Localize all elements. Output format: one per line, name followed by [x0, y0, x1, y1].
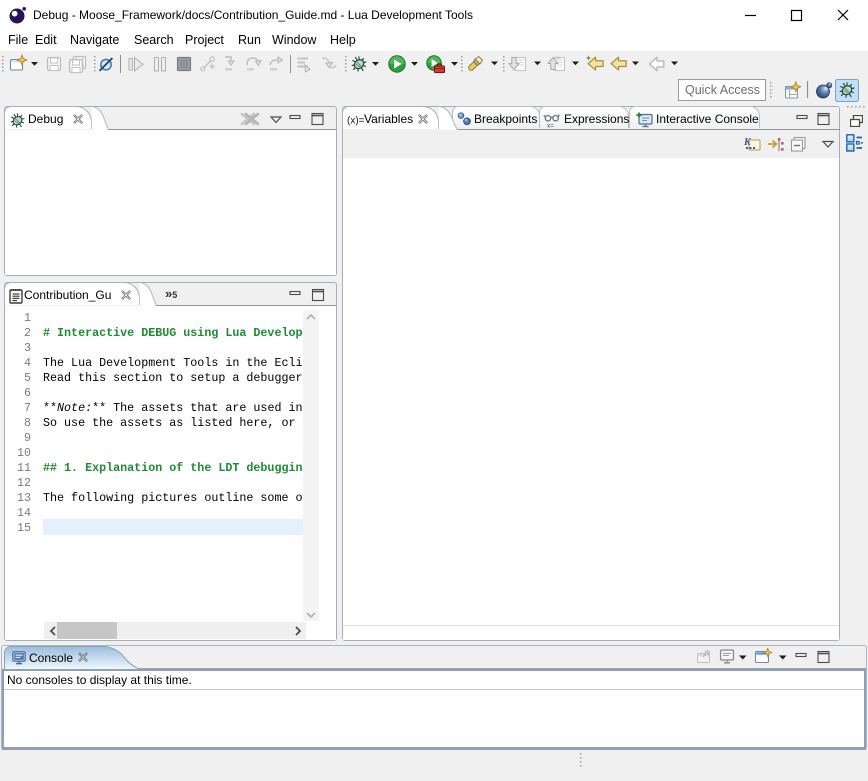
svg-text:(x)=: (x)= [347, 116, 365, 127]
svg-text:K: K [743, 137, 752, 148]
svg-text:x=: x= [547, 123, 554, 129]
